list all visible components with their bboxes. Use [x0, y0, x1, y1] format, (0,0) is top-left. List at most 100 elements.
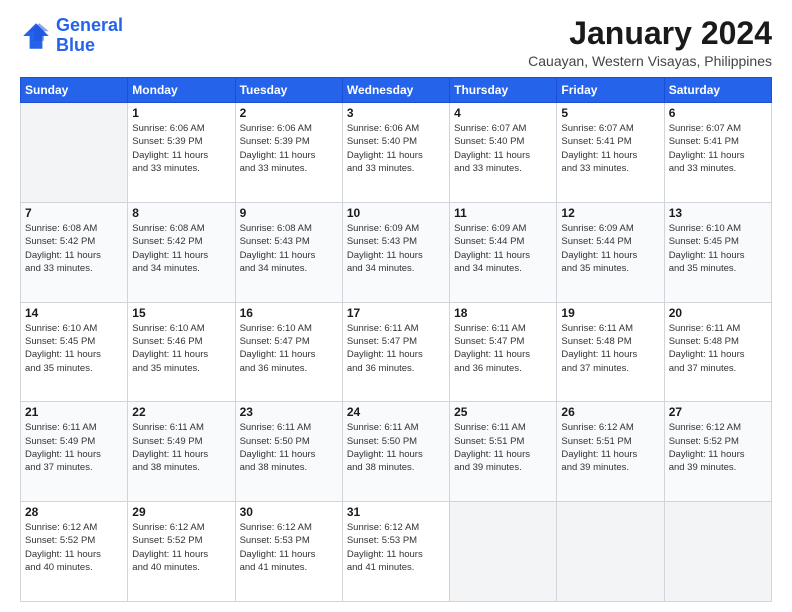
- day-number: 13: [669, 206, 767, 220]
- day-number: 22: [132, 405, 230, 419]
- day-info: Sunrise: 6:12 AM Sunset: 5:53 PM Dayligh…: [347, 521, 445, 574]
- day-number: 15: [132, 306, 230, 320]
- day-info: Sunrise: 6:10 AM Sunset: 5:45 PM Dayligh…: [669, 222, 767, 275]
- day-info: Sunrise: 6:11 AM Sunset: 5:51 PM Dayligh…: [454, 421, 552, 474]
- day-info: Sunrise: 6:07 AM Sunset: 5:41 PM Dayligh…: [669, 122, 767, 175]
- calendar-cell: 6 Sunrise: 6:07 AM Sunset: 5:41 PM Daylig…: [664, 103, 771, 203]
- day-number: 8: [132, 206, 230, 220]
- calendar-cell: 1Sunrise: 6:06 AM Sunset: 5:39 PM Daylig…: [128, 103, 235, 203]
- calendar-cell: 10 Sunrise: 6:09 AM Sunset: 5:43 PM Dayli…: [342, 202, 449, 302]
- day-number: 2: [240, 106, 338, 120]
- day-number: 24: [347, 405, 445, 419]
- calendar-cell: 19 Sunrise: 6:11 AM Sunset: 5:48 PM Dayli…: [557, 302, 664, 402]
- day-info: Sunrise: 6:12 AM Sunset: 5:51 PM Dayligh…: [561, 421, 659, 474]
- calendar-cell: 25 Sunrise: 6:11 AM Sunset: 5:51 PM Dayli…: [450, 402, 557, 502]
- calendar-cell: 27 Sunrise: 6:12 AM Sunset: 5:52 PM Dayli…: [664, 402, 771, 502]
- header: General Blue January 2024 Cauayan, Weste…: [20, 16, 772, 69]
- day-number: 29: [132, 505, 230, 519]
- calendar-cell: [450, 502, 557, 602]
- day-info: Sunrise: 6:12 AM Sunset: 5:53 PM Dayligh…: [240, 521, 338, 574]
- day-info: Sunrise: 6:10 AM Sunset: 5:45 PM Dayligh…: [25, 322, 123, 375]
- day-info: Sunrise: 6:07 AM Sunset: 5:41 PM Dayligh…: [561, 122, 659, 175]
- calendar-cell: 9Sunrise: 6:08 AM Sunset: 5:43 PM Daylig…: [235, 202, 342, 302]
- calendar-cell: 15Sunrise: 6:10 AM Sunset: 5:46 PM Dayli…: [128, 302, 235, 402]
- day-number: 26: [561, 405, 659, 419]
- day-number: 6: [669, 106, 767, 120]
- day-number: 12: [561, 206, 659, 220]
- day-info: Sunrise: 6:08 AM Sunset: 5:42 PM Dayligh…: [25, 222, 123, 275]
- calendar-body: 1 Sunrise: 6:06 AM Sunset: 5:39 PM Daylig…: [21, 103, 772, 602]
- calendar-cell: 18 Sunrise: 6:11 AM Sunset: 5:47 PM Dayli…: [450, 302, 557, 402]
- calendar-header: SundayMondayTuesdayWednesdayThursdayFrid…: [21, 78, 772, 103]
- day-info: Sunrise: 6:08 AM Sunset: 5:43 PM Dayligh…: [240, 222, 338, 275]
- calendar-cell: 28 Sunrise: 6:12 AM Sunset: 5:52 PM Dayli…: [21, 502, 128, 602]
- weekday-header-row: SundayMondayTuesdayWednesdayThursdayFrid…: [21, 78, 772, 103]
- day-number: 27: [669, 405, 767, 419]
- calendar-week-1: 1 Sunrise: 6:06 AM Sunset: 5:39 PM Daylig…: [21, 103, 772, 203]
- day-info: Sunrise: 6:06 AM Sunset: 5:39 PM Dayligh…: [240, 122, 338, 175]
- calendar-week-3: 14Sunrise: 6:10 AM Sunset: 5:45 PM Dayli…: [21, 302, 772, 402]
- weekday-header-sunday: Sunday: [21, 78, 128, 103]
- day-number: 20: [669, 306, 767, 320]
- logo-text: General Blue: [56, 16, 123, 56]
- day-info: Sunrise: 6:11 AM Sunset: 5:49 PM Dayligh…: [132, 421, 230, 474]
- calendar-cell: 16 Sunrise: 6:10 AM Sunset: 5:47 PM Dayli…: [235, 302, 342, 402]
- calendar-cell: 29 Sunrise: 6:12 AM Sunset: 5:52 PM Dayli…: [128, 502, 235, 602]
- day-info: Sunrise: 6:12 AM Sunset: 5:52 PM Dayligh…: [669, 421, 767, 474]
- day-number: 4: [454, 106, 552, 120]
- calendar-cell: 7Sunrise: 6:08 AM Sunset: 5:42 PM Daylig…: [21, 202, 128, 302]
- page: General Blue January 2024 Cauayan, Weste…: [0, 0, 792, 612]
- calendar-cell: 11 Sunrise: 6:09 AM Sunset: 5:44 PM Dayli…: [450, 202, 557, 302]
- day-number: 10: [347, 206, 445, 220]
- logo-icon: [20, 20, 52, 52]
- day-number: 17: [347, 306, 445, 320]
- day-info: Sunrise: 6:11 AM Sunset: 5:50 PM Dayligh…: [240, 421, 338, 474]
- calendar-cell: [664, 502, 771, 602]
- day-info: Sunrise: 6:10 AM Sunset: 5:47 PM Dayligh…: [240, 322, 338, 375]
- day-info: Sunrise: 6:11 AM Sunset: 5:48 PM Dayligh…: [561, 322, 659, 375]
- calendar-cell: 30Sunrise: 6:12 AM Sunset: 5:53 PM Dayli…: [235, 502, 342, 602]
- day-number: 16: [240, 306, 338, 320]
- main-title: January 2024: [528, 16, 772, 51]
- day-number: 1: [132, 106, 230, 120]
- calendar-cell: 26 Sunrise: 6:12 AM Sunset: 5:51 PM Dayli…: [557, 402, 664, 502]
- day-info: Sunrise: 6:12 AM Sunset: 5:52 PM Dayligh…: [25, 521, 123, 574]
- logo-line2: Blue: [56, 35, 95, 55]
- day-number: 28: [25, 505, 123, 519]
- calendar-cell: 14Sunrise: 6:10 AM Sunset: 5:45 PM Dayli…: [21, 302, 128, 402]
- calendar-cell: 21Sunrise: 6:11 AM Sunset: 5:49 PM Dayli…: [21, 402, 128, 502]
- day-info: Sunrise: 6:09 AM Sunset: 5:43 PM Dayligh…: [347, 222, 445, 275]
- logo: General Blue: [20, 16, 123, 56]
- day-info: Sunrise: 6:12 AM Sunset: 5:52 PM Dayligh…: [132, 521, 230, 574]
- day-info: Sunrise: 6:09 AM Sunset: 5:44 PM Dayligh…: [454, 222, 552, 275]
- calendar-cell: 17Sunrise: 6:11 AM Sunset: 5:47 PM Dayli…: [342, 302, 449, 402]
- day-number: 25: [454, 405, 552, 419]
- day-info: Sunrise: 6:11 AM Sunset: 5:50 PM Dayligh…: [347, 421, 445, 474]
- day-number: 31: [347, 505, 445, 519]
- calendar-cell: 22 Sunrise: 6:11 AM Sunset: 5:49 PM Dayli…: [128, 402, 235, 502]
- day-info: Sunrise: 6:08 AM Sunset: 5:42 PM Dayligh…: [132, 222, 230, 275]
- title-block: January 2024 Cauayan, Western Visayas, P…: [528, 16, 772, 69]
- weekday-header-monday: Monday: [128, 78, 235, 103]
- day-info: Sunrise: 6:07 AM Sunset: 5:40 PM Dayligh…: [454, 122, 552, 175]
- calendar-cell: 3Sunrise: 6:06 AM Sunset: 5:40 PM Daylig…: [342, 103, 449, 203]
- day-number: 11: [454, 206, 552, 220]
- weekday-header-tuesday: Tuesday: [235, 78, 342, 103]
- calendar-cell: [21, 103, 128, 203]
- weekday-header-saturday: Saturday: [664, 78, 771, 103]
- calendar-cell: 31 Sunrise: 6:12 AM Sunset: 5:53 PM Dayli…: [342, 502, 449, 602]
- day-info: Sunrise: 6:11 AM Sunset: 5:47 PM Dayligh…: [454, 322, 552, 375]
- day-number: 23: [240, 405, 338, 419]
- day-number: 19: [561, 306, 659, 320]
- logo-line1: General: [56, 15, 123, 35]
- calendar-cell: 24 Sunrise: 6:11 AM Sunset: 5:50 PM Dayli…: [342, 402, 449, 502]
- day-number: 5: [561, 106, 659, 120]
- calendar-cell: [557, 502, 664, 602]
- day-info: Sunrise: 6:11 AM Sunset: 5:48 PM Dayligh…: [669, 322, 767, 375]
- weekday-header-friday: Friday: [557, 78, 664, 103]
- calendar-cell: 4 Sunrise: 6:07 AM Sunset: 5:40 PM Daylig…: [450, 103, 557, 203]
- calendar-cell: 20 Sunrise: 6:11 AM Sunset: 5:48 PM Dayli…: [664, 302, 771, 402]
- calendar-week-4: 21Sunrise: 6:11 AM Sunset: 5:49 PM Dayli…: [21, 402, 772, 502]
- day-number: 18: [454, 306, 552, 320]
- calendar-cell: 5 Sunrise: 6:07 AM Sunset: 5:41 PM Daylig…: [557, 103, 664, 203]
